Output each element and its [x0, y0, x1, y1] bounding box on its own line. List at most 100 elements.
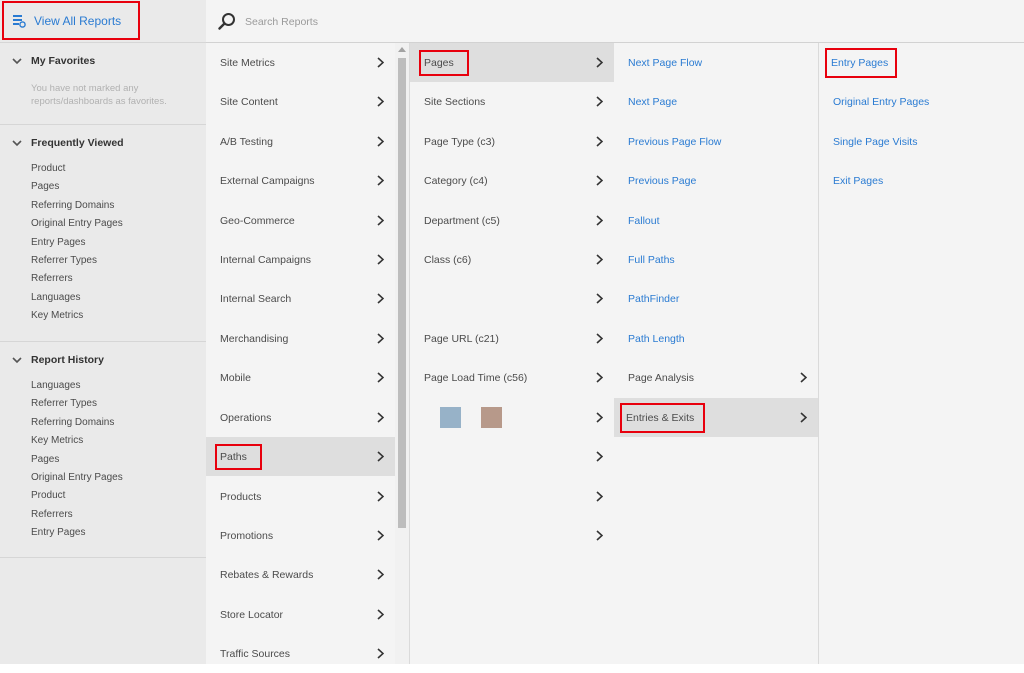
category-item-mobile[interactable]: Mobile: [206, 358, 395, 397]
report-link-exit-pages[interactable]: Exit Pages: [819, 161, 1024, 200]
report-link-single-page-visits[interactable]: Single Page Visits: [819, 122, 1024, 161]
report-link-entry-pages[interactable]: Entry Pages: [819, 43, 1024, 82]
subcategory-item-page-analysis[interactable]: Page Analysis: [614, 358, 818, 397]
report-link-full-paths[interactable]: Full Paths: [614, 240, 818, 279]
category-item-rebates-rewards[interactable]: Rebates & Rewards: [206, 555, 395, 594]
category-item-paths[interactable]: Paths: [206, 437, 395, 476]
report-link-label: Single Page Visits: [833, 135, 918, 148]
frequently-viewed-item[interactable]: Referring Domains: [0, 197, 206, 215]
subcategory-item-swatches[interactable]: [410, 398, 614, 437]
chevron-right-icon: [377, 569, 384, 580]
subcategory-item-department[interactable]: Department (c5): [410, 201, 614, 240]
subcategory-item-site-sections[interactable]: Site Sections: [410, 82, 614, 121]
report-link-next-page[interactable]: Next Page: [614, 82, 818, 121]
category-item-internal-search[interactable]: Internal Search: [206, 279, 395, 318]
report-link-previous-page-flow[interactable]: Previous Page Flow: [614, 122, 818, 161]
category-item-geo-commerce[interactable]: Geo-Commerce: [206, 201, 395, 240]
color-swatch-blue: [440, 407, 461, 428]
report-link-original-entry-pages[interactable]: Original Entry Pages: [819, 82, 1024, 121]
report-history-item[interactable]: Referrer Types: [0, 395, 206, 413]
frequently-viewed-header[interactable]: Frequently Viewed: [0, 134, 206, 152]
report-history-item[interactable]: Pages: [0, 451, 206, 469]
frequently-viewed-item[interactable]: Product: [0, 160, 206, 178]
chevron-right-icon: [800, 372, 807, 383]
scrollbar[interactable]: [395, 43, 409, 664]
view-all-reports-button[interactable]: View All Reports: [2, 1, 140, 40]
report-history-item[interactable]: Referring Domains: [0, 414, 206, 432]
subcategory-item-blank[interactable]: [410, 279, 614, 318]
frequently-viewed-item[interactable]: Pages: [0, 178, 206, 196]
chevron-right-icon: [377, 136, 384, 147]
subcategory-item-blank[interactable]: [410, 516, 614, 555]
frequently-viewed-item[interactable]: Languages: [0, 289, 206, 307]
report-history-item[interactable]: Original Entry Pages: [0, 469, 206, 487]
subcategory-item-pages[interactable]: Pages: [410, 43, 614, 82]
subcategory-item-category[interactable]: Category (c4): [410, 161, 614, 200]
report-history-item[interactable]: Languages: [0, 377, 206, 395]
subcategory-item-page-type[interactable]: Page Type (c3): [410, 122, 614, 161]
subcategory-label: Page URL (c21): [424, 332, 499, 345]
category-item-merchandising[interactable]: Merchandising: [206, 319, 395, 358]
report-link-pathfinder[interactable]: PathFinder: [614, 279, 818, 318]
frequently-viewed-title: Frequently Viewed: [31, 137, 124, 149]
frequently-viewed-item[interactable]: Entry Pages: [0, 234, 206, 252]
subcategory-item-entries-exits[interactable]: Entries & Exits: [614, 398, 818, 437]
subcategory-label: [422, 493, 426, 501]
category-item-store-locator[interactable]: Store Locator: [206, 595, 395, 634]
report-history-header[interactable]: Report History: [0, 351, 206, 369]
chevron-right-icon: [377, 648, 384, 659]
subcategory-label: Page Type (c3): [424, 135, 496, 148]
report-history-title: Report History: [31, 354, 104, 366]
path-reports-column: Next Page Flow Next Page Previous Page F…: [614, 43, 819, 664]
category-item-traffic-sources[interactable]: Traffic Sources: [206, 634, 395, 673]
search-input[interactable]: [243, 11, 547, 33]
favorites-header[interactable]: My Favorites: [0, 52, 206, 70]
category-item-internal-campaigns[interactable]: Internal Campaigns: [206, 240, 395, 279]
category-item-products[interactable]: Products: [206, 477, 395, 516]
report-link-path-length[interactable]: Path Length: [614, 319, 818, 358]
category-item-external-campaigns[interactable]: External Campaigns: [206, 161, 395, 200]
frequently-viewed-item[interactable]: Key Metrics: [0, 307, 206, 325]
category-item-operations[interactable]: Operations: [206, 398, 395, 437]
frequently-viewed-item[interactable]: Original Entry Pages: [0, 215, 206, 233]
subcategory-label: Page Load Time (c56): [424, 371, 528, 384]
category-item-site-metrics[interactable]: Site Metrics: [206, 43, 395, 82]
subcategory-item-blank[interactable]: [410, 477, 614, 516]
frequently-viewed-item[interactable]: Referrers: [0, 270, 206, 288]
divider: [0, 557, 206, 558]
chevron-right-icon: [596, 530, 603, 541]
subcategory-item-page-load-time[interactable]: Page Load Time (c56): [410, 358, 614, 397]
subcategory-item-class[interactable]: Class (c6): [410, 240, 614, 279]
report-history-item[interactable]: Key Metrics: [0, 432, 206, 450]
category-item-ab-testing[interactable]: A/B Testing: [206, 122, 395, 161]
subcategory-item-blank[interactable]: [410, 437, 614, 476]
category-label: Traffic Sources: [220, 647, 291, 660]
report-link-previous-page[interactable]: Previous Page: [614, 161, 818, 200]
subcategory-label: [422, 295, 426, 303]
category-label: Merchandising: [220, 332, 289, 345]
report-history-item[interactable]: Product: [0, 487, 206, 505]
scroll-up-arrow-icon[interactable]: [398, 47, 406, 52]
report-history-item[interactable]: Referrers: [0, 506, 206, 524]
report-link-next-page-flow[interactable]: Next Page Flow: [614, 43, 818, 82]
chevron-right-icon: [377, 57, 384, 68]
sidebar: View All Reports My Favorites You have n…: [0, 0, 207, 664]
frequently-viewed-item[interactable]: Referrer Types: [0, 252, 206, 270]
subcategory-item-page-url[interactable]: Page URL (c21): [410, 319, 614, 358]
report-link-fallout[interactable]: Fallout: [614, 201, 818, 240]
search-icon: [218, 13, 235, 30]
chevron-right-icon: [377, 451, 384, 462]
scrollbar-thumb[interactable]: [398, 58, 406, 528]
report-history-item[interactable]: Entry Pages: [0, 524, 206, 542]
chevron-right-icon: [596, 175, 603, 186]
report-link-label: Path Length: [628, 332, 685, 345]
report-link-label: Entry Pages: [824, 47, 898, 78]
category-label: Site Metrics: [220, 56, 275, 69]
category-item-site-content[interactable]: Site Content: [206, 82, 395, 121]
report-link-label: Next Page Flow: [628, 56, 703, 69]
chevron-right-icon: [596, 451, 603, 462]
category-item-promotions[interactable]: Promotions: [206, 516, 395, 555]
category-label: External Campaigns: [220, 174, 315, 187]
subcategory-label: Page Analysis: [628, 371, 694, 384]
chevron-right-icon: [596, 491, 603, 502]
